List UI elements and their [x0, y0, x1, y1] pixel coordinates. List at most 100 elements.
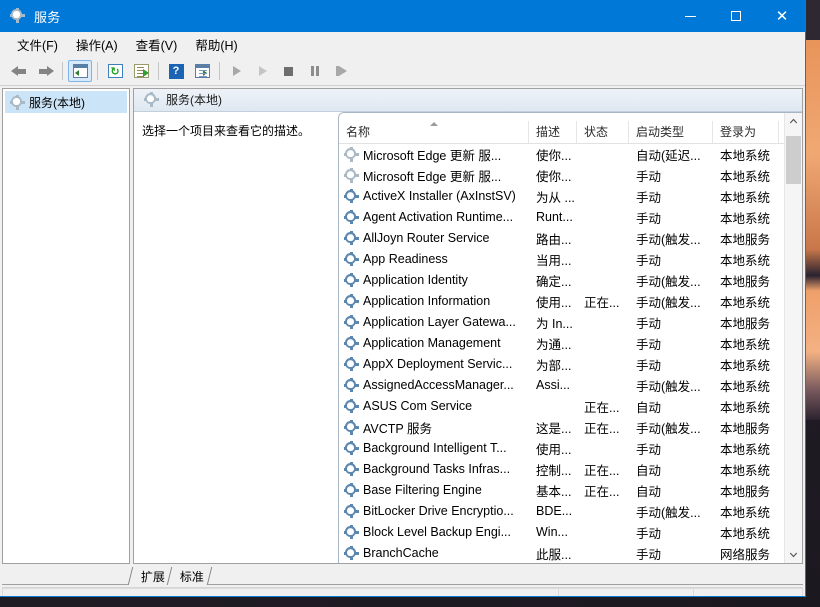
menu-bar: 文件(F) 操作(A) 查看(V) 帮助(H): [0, 32, 805, 57]
table-row[interactable]: Application Layer Gatewa... 为 In... 手动 本地服务: [339, 312, 802, 333]
export-list-button[interactable]: [129, 60, 153, 82]
properties-button[interactable]: [190, 60, 214, 82]
menu-view[interactable]: 查看(V): [127, 32, 187, 57]
table-row[interactable]: Microsoft Edge 更新 服... 使你... 自动(延迟... 本地系统: [339, 144, 802, 165]
scroll-down-button[interactable]: [785, 546, 802, 563]
content-area: 服务(本地) 服务(本地) 选择一个项目来查看它的描述。 名称 描述 状态 启动…: [0, 86, 805, 564]
gear-icon: [343, 504, 359, 519]
start-service-button[interactable]: [225, 60, 249, 82]
table-row[interactable]: ASUS Com Service 正在... 自动 本地系统: [339, 396, 802, 417]
service-name: App Readiness: [363, 252, 448, 267]
show-hide-console-tree-button[interactable]: [68, 60, 92, 82]
table-row[interactable]: AssignedAccessManager... Assi... 手动(触发... 本…: [339, 375, 802, 396]
table-row[interactable]: Block Level Backup Engi... Win... 手动 本地系统: [339, 522, 802, 543]
pause-service-button[interactable]: [303, 60, 327, 82]
cell-name: Background Intelligent T...: [339, 441, 529, 456]
table-row[interactable]: ActiveX Installer (AxInstSV) 为从 ... 手动 本地系统: [339, 186, 802, 207]
restart-service-button[interactable]: [329, 60, 353, 82]
service-name: Microsoft Edge 更新 服...: [363, 169, 502, 184]
list-vertical-scrollbar[interactable]: [784, 112, 802, 563]
toolbar-separator: [62, 62, 63, 80]
cell-name: AllJoyn Router Service: [339, 231, 529, 246]
table-row[interactable]: Base Filtering Engine 基本... 正在... 自动 本地服务: [339, 480, 802, 501]
cell-startup-type: 手动: [636, 190, 662, 205]
table-row[interactable]: AllJoyn Router Service 路由... 手动(触发... 本地服务: [339, 228, 802, 249]
table-row[interactable]: Agent Activation Runtime... Runt... 手动 本地系统: [339, 207, 802, 228]
gear-icon: [9, 7, 26, 24]
menu-help[interactable]: 帮助(H): [186, 32, 246, 57]
service-name: Block Level Backup Engi...: [363, 525, 511, 540]
cell-description: 路由...: [536, 232, 572, 247]
cell-log-on-as: 本地系统: [720, 358, 771, 373]
refresh-button[interactable]: ↻: [103, 60, 127, 82]
cell-description: 基本...: [536, 484, 572, 499]
service-name: Background Tasks Infras...: [363, 462, 511, 477]
cell-startup-type: 手动: [636, 253, 662, 268]
minimize-icon: [684, 15, 696, 17]
toolbar-separator: [158, 62, 159, 80]
list-rows: Microsoft Edge 更新 服... 使你... 自动(延迟... 本地系统 M…: [339, 144, 802, 563]
scroll-track[interactable]: [785, 130, 802, 546]
gear-icon: [343, 210, 359, 225]
gear-icon: [343, 357, 359, 372]
scroll-up-button[interactable]: [785, 113, 802, 130]
table-row[interactable]: BranchCache 此服... 手动 网络服务: [339, 543, 802, 563]
scroll-thumb[interactable]: [786, 135, 801, 184]
cell-description: 为部...: [536, 358, 572, 373]
cell-startup-type: 手动: [636, 337, 662, 352]
column-header-status[interactable]: 状态: [577, 120, 629, 143]
export-icon: [133, 64, 149, 78]
cell-description: 为从 ...: [536, 190, 575, 205]
column-header-name[interactable]: 名称: [339, 120, 529, 143]
cell-description: 使用...: [536, 442, 572, 457]
gear-icon: [343, 189, 359, 204]
table-row[interactable]: Application Information 使用... 正在... 手动(触发..…: [339, 291, 802, 312]
cell-log-on-as: 本地服务: [720, 484, 771, 499]
cell-log-on-as: 本地系统: [720, 505, 771, 520]
table-row[interactable]: Microsoft Edge 更新 服... 使你... 手动 本地系统: [339, 165, 802, 186]
forward-button[interactable]: [33, 60, 57, 82]
service-name: AllJoyn Router Service: [363, 231, 490, 246]
menu-file[interactable]: 文件(F): [8, 32, 67, 57]
stop-service-button[interactable]: [277, 60, 301, 82]
tab-standard[interactable]: 标准: [166, 567, 213, 585]
menu-action[interactable]: 操作(A): [67, 32, 127, 57]
column-header-startup-type[interactable]: 启动类型: [629, 120, 713, 143]
maximize-button[interactable]: [713, 0, 759, 32]
cell-log-on-as: 本地系统: [720, 442, 771, 457]
cell-startup-type: 手动: [636, 358, 662, 373]
table-row[interactable]: Background Intelligent T... 使用... 手动 本地系统: [339, 438, 802, 459]
column-header-log-on-as[interactable]: 登录为: [713, 120, 779, 143]
table-row[interactable]: AVCTP 服务 这是... 正在... 手动(触发... 本地服务: [339, 417, 802, 438]
minimize-button[interactable]: [667, 0, 713, 32]
table-row[interactable]: Application Identity 确定... 手动(触发... 本地服务: [339, 270, 802, 291]
service-name: AppX Deployment Servic...: [363, 357, 513, 372]
cell-startup-type: 手动(触发...: [636, 295, 701, 310]
table-row[interactable]: AppX Deployment Servic... 为部... 手动 本地系统: [339, 354, 802, 375]
cell-log-on-as: 本地系统: [720, 379, 771, 394]
table-row[interactable]: App Readiness 当用... 手动 本地系统: [339, 249, 802, 270]
service-name: Agent Activation Runtime...: [363, 210, 514, 225]
tree-item-services-local[interactable]: 服务(本地): [5, 91, 127, 113]
cell-startup-type: 手动(触发...: [636, 505, 701, 520]
cell-description: 使你...: [536, 148, 572, 163]
gear-icon: [343, 441, 359, 456]
table-row[interactable]: BitLocker Drive Encryptio... BDE... 手动(触发.…: [339, 501, 802, 522]
stop-icon: [282, 65, 296, 78]
resume-service-button[interactable]: [251, 60, 275, 82]
table-row[interactable]: Application Management 为通... 手动 本地系统: [339, 333, 802, 354]
cell-name: ASUS Com Service: [339, 399, 529, 414]
back-button[interactable]: [7, 60, 31, 82]
tab-standard-label: 标准: [180, 569, 205, 584]
cell-description: 此服...: [536, 547, 572, 562]
close-button[interactable]: ✕: [759, 0, 805, 32]
help-button[interactable]: ?: [164, 60, 188, 82]
service-name: Application Layer Gatewa...: [363, 315, 516, 330]
table-row[interactable]: Background Tasks Infras... 控制... 正在... 自动 本地…: [339, 459, 802, 480]
view-tabs: 扩展 标准: [0, 564, 805, 585]
tree-item-label: 服务(本地): [29, 95, 85, 110]
cell-name: BitLocker Drive Encryptio...: [339, 504, 529, 519]
service-name: Base Filtering Engine: [363, 483, 482, 498]
cell-name: Application Layer Gatewa...: [339, 315, 529, 330]
column-header-description[interactable]: 描述: [529, 120, 577, 143]
